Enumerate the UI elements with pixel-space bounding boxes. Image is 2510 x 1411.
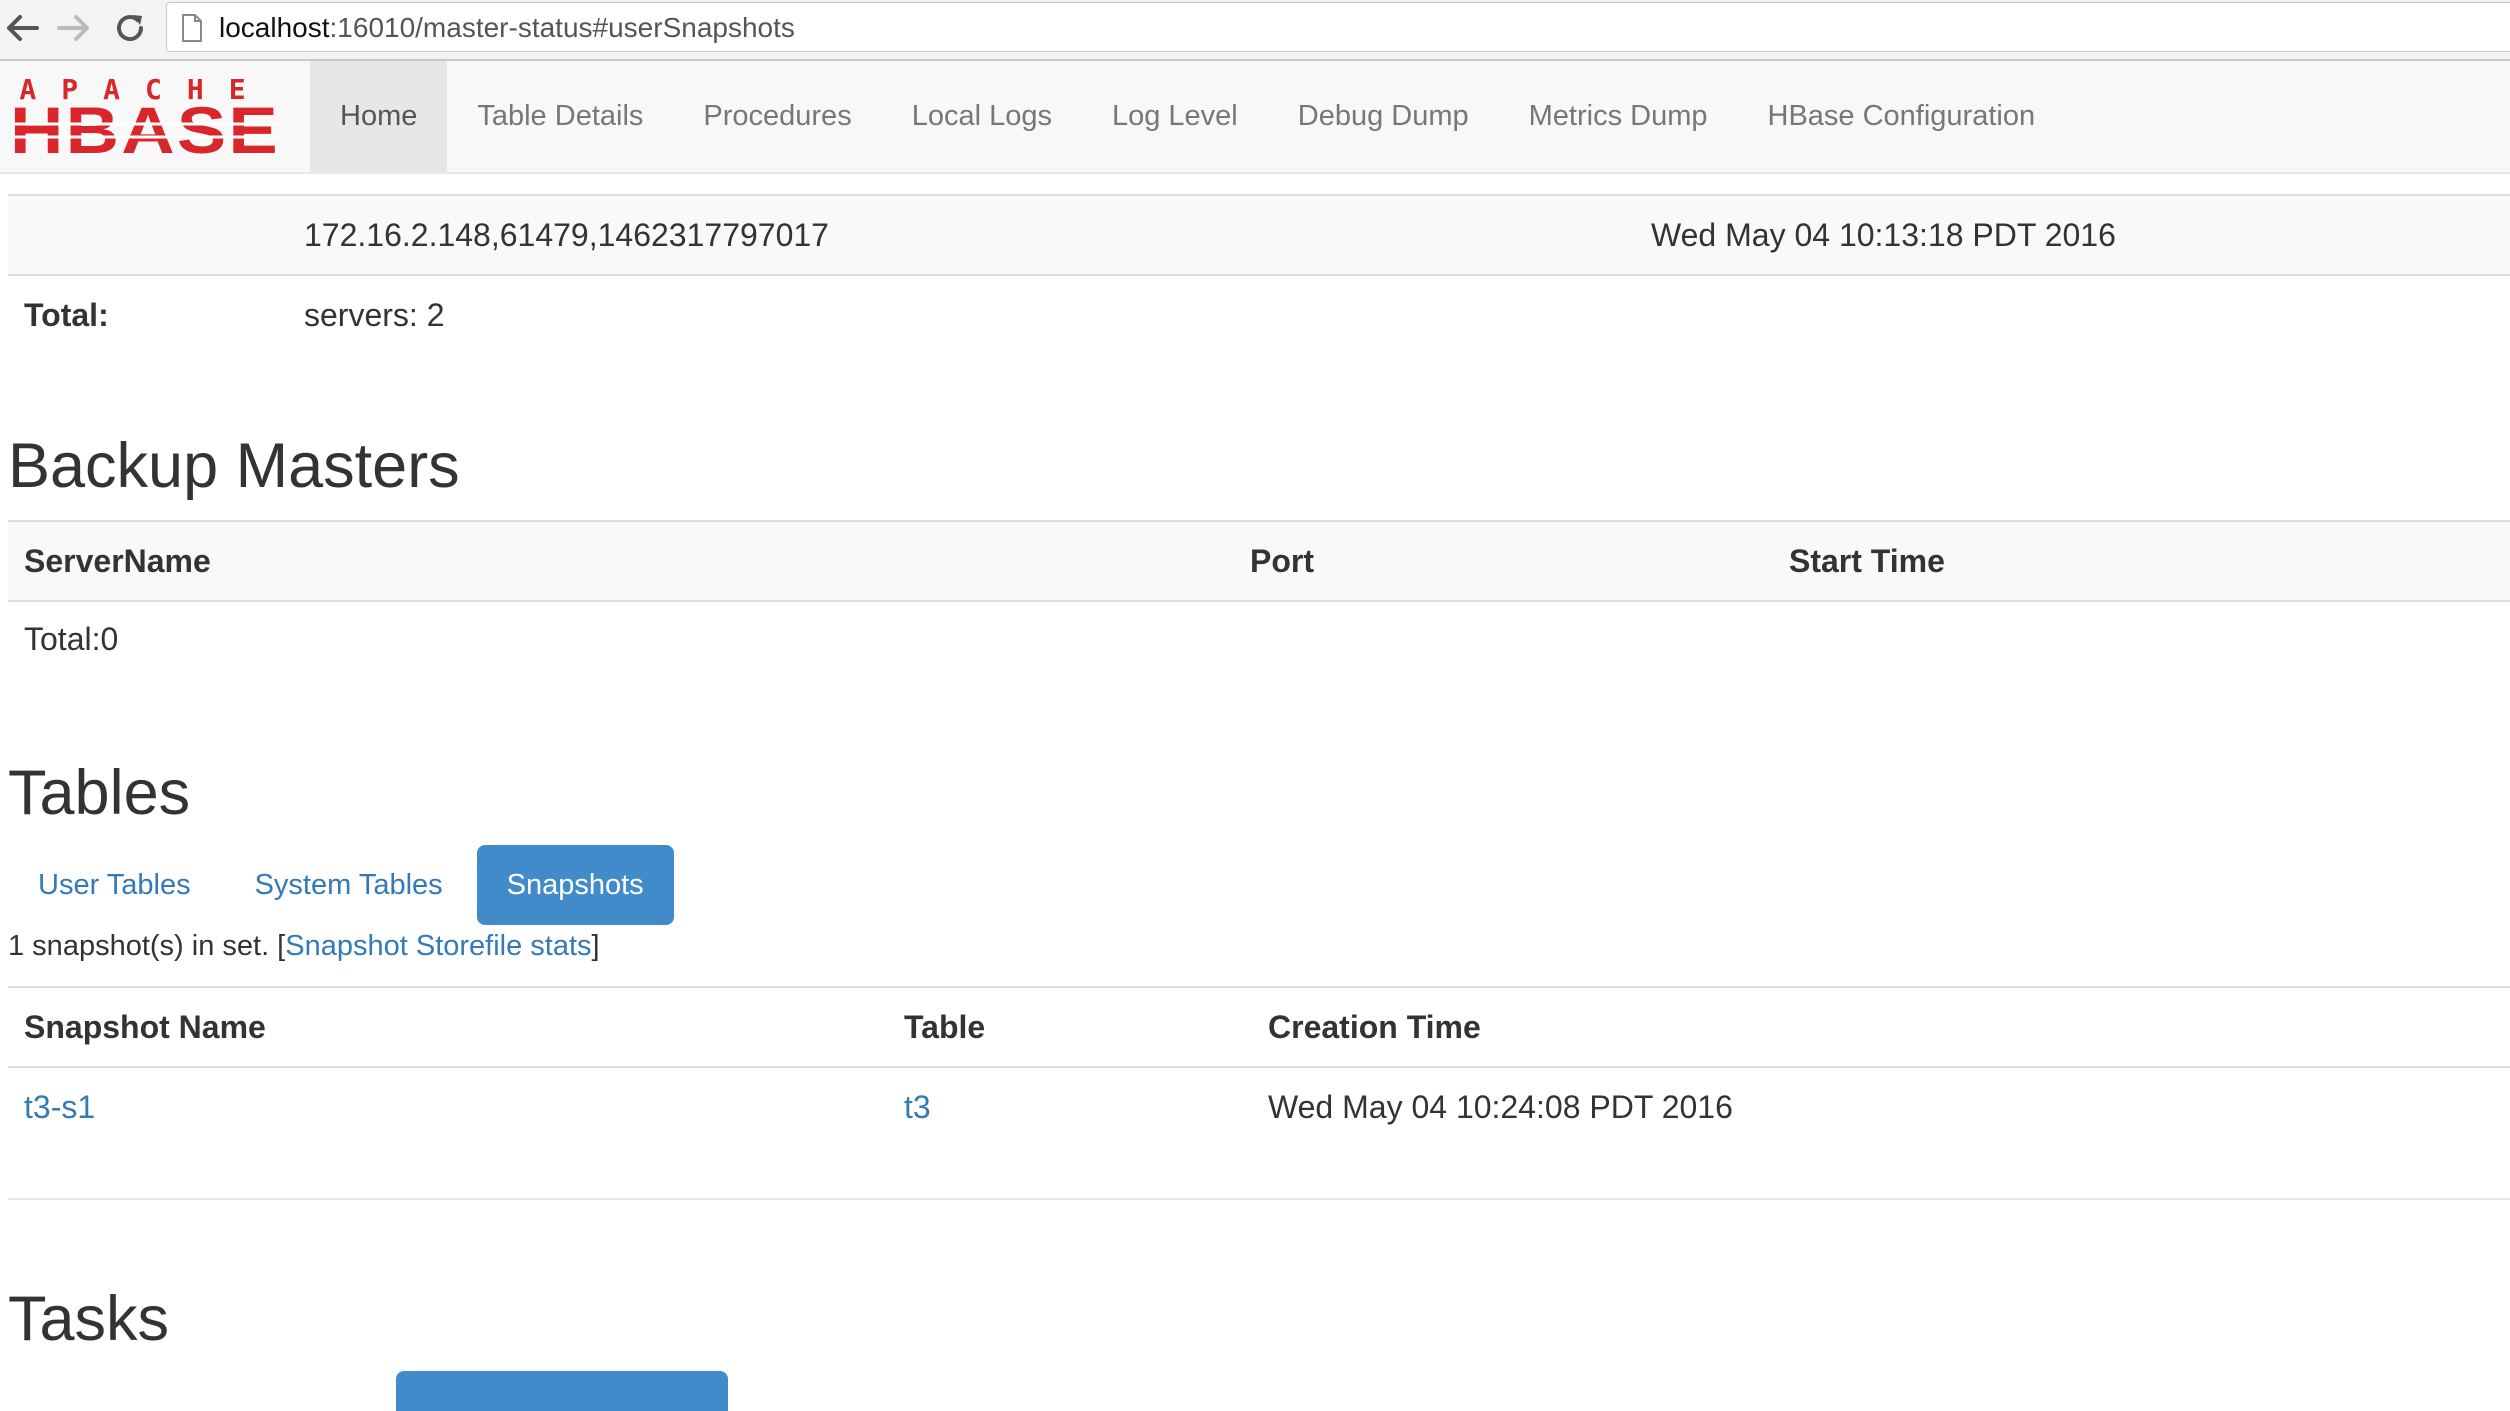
nav-log-level[interactable]: Log Level [1082, 61, 1268, 172]
total-value: servers: 2 [304, 297, 445, 333]
nav-menu: Home Table Details Procedures Local Logs… [310, 61, 2065, 172]
address-bar[interactable]: localhost:16010/master-status#userSnapsh… [166, 2, 2510, 52]
snapshot-name-link[interactable]: t3-s1 [24, 1088, 95, 1126]
section-divider [8, 1198, 2510, 1200]
server-name-cell[interactable]: 172.16.2.148,61479,1462317797017 [304, 216, 829, 254]
table-header-row: Snapshot Name Table Creation Time [8, 986, 2510, 1068]
snapshot-summary-suffix: ] [591, 930, 600, 962]
nav-metrics-dump[interactable]: Metrics Dump [1499, 61, 1738, 172]
table-row: t3-s1 t3 Wed May 04 10:24:08 PDT 2016 [8, 1068, 2510, 1146]
reload-icon[interactable] [108, 6, 152, 50]
url-text: localhost:16010/master-status#userSnapsh… [219, 12, 795, 44]
url-path: :16010/master-status#userSnapshots [329, 12, 795, 43]
region-servers-table: 172.16.2.148,61479,1462317797017 Wed May… [8, 194, 2510, 354]
nav-hbase-configuration[interactable]: HBase Configuration [1738, 61, 2066, 172]
tab-system-tables[interactable]: System Tables [225, 845, 473, 925]
snapshot-creation-time: Wed May 04 10:24:08 PDT 2016 [1268, 1089, 1733, 1125]
table-row-total: Total: servers: 2 [8, 276, 2510, 354]
nav-local-logs[interactable]: Local Logs [882, 61, 1082, 172]
top-navbar: APACHE HBASE Home Table Details Procedur… [0, 61, 2510, 174]
snapshots-table: Snapshot Name Table Creation Time t3-s1 … [8, 986, 2510, 1146]
tables-tabs: User Tables System Tables Snapshots [8, 845, 678, 925]
table-row-total: Total:0 [8, 602, 2510, 680]
total-label: Total: [24, 297, 109, 333]
table-header-row: ServerName Port Start Time [8, 520, 2510, 602]
nav-procedures[interactable]: Procedures [673, 61, 881, 172]
start-time-cell: Wed May 04 10:13:18 PDT 2016 [1651, 217, 2116, 253]
forward-icon[interactable] [52, 6, 96, 50]
column-header-table: Table [904, 1009, 986, 1045]
column-header-start-time: Start Time [1789, 543, 1945, 579]
page-icon [181, 14, 203, 47]
column-header-snapshot-name: Snapshot Name [24, 1009, 266, 1045]
snapshot-summary: 1 snapshot(s) in set. [Snapshot Storefil… [8, 928, 600, 964]
tasks-filter-button[interactable] [396, 1371, 728, 1411]
nav-debug-dump[interactable]: Debug Dump [1268, 61, 1499, 172]
hbase-logo[interactable]: APACHE HBASE [8, 73, 283, 167]
snapshot-summary-prefix: 1 snapshot(s) in set. [ [8, 930, 286, 962]
tasks-heading: Tasks [8, 1284, 170, 1354]
nav-table-details[interactable]: Table Details [447, 61, 673, 172]
backup-masters-total: Total:0 [24, 621, 119, 657]
browser-toolbar: localhost:16010/master-status#userSnapsh… [0, 0, 2510, 61]
snapshot-storefile-stats-link[interactable]: Snapshot Storefile stats [285, 930, 591, 962]
tables-heading: Tables [8, 758, 191, 828]
column-header-port: Port [1250, 543, 1314, 579]
url-host: localhost [219, 12, 330, 43]
table-row: 172.16.2.148,61479,1462317797017 Wed May… [8, 194, 2510, 276]
nav-home[interactable]: Home [310, 61, 448, 172]
column-header-creation-time: Creation Time [1268, 1009, 1481, 1045]
snapshot-table-link[interactable]: t3 [904, 1088, 931, 1126]
tab-user-tables[interactable]: User Tables [8, 845, 221, 925]
back-icon[interactable] [0, 6, 44, 50]
backup-masters-table: ServerName Port Start Time Total:0 [8, 520, 2510, 680]
tab-snapshots[interactable]: Snapshots [476, 845, 674, 925]
column-header-servername: ServerName [24, 543, 211, 579]
backup-masters-heading: Backup Masters [8, 431, 460, 501]
